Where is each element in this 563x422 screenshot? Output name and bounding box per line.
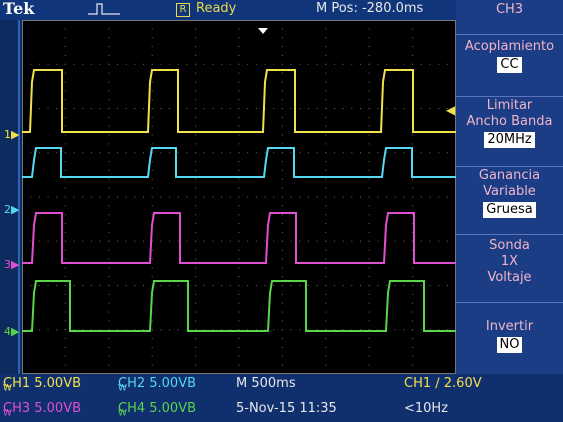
coupling-label: Acoplamiento	[464, 39, 555, 54]
date-time: 5-Nov-15 11:35	[236, 401, 337, 416]
bottom-status-bar: CH1 5.00VB W CH2 5.00VB W M 500ms CH1 ∕ 2.…	[0, 374, 563, 422]
run-status-indicator: R	[176, 3, 190, 17]
graticule	[21, 19, 457, 375]
side-menu-title: CH3	[495, 2, 524, 17]
ch3-waveform	[22, 212, 456, 264]
probe-label-3: Voltaje	[487, 270, 532, 285]
trigger-frequency: <10Hz	[404, 401, 449, 416]
coupling-button[interactable]: Acoplamiento CC	[456, 34, 563, 97]
ch3-marker[interactable]: 3▶	[4, 258, 19, 271]
ch2-marker[interactable]: 2▶	[4, 203, 19, 216]
trigger-position-icon	[258, 28, 268, 34]
gain-label-2: Variable	[483, 184, 536, 199]
run-status-text: Ready	[196, 1, 237, 16]
brand-logo: Tek	[3, 0, 35, 18]
invert-value: NO	[496, 337, 523, 353]
ch4-scale: CH4 5.00VB W	[118, 401, 197, 419]
ch3-scale: CH3 5.00VB W	[3, 401, 82, 419]
top-status-bar: Tek R Ready M Pos: -280.0ms	[0, 0, 456, 20]
bandwidth-limit-button[interactable]: Limitar Ancho Banda 20MHz	[456, 96, 563, 165]
ch1-marker[interactable]: 1▶	[4, 128, 19, 141]
bandwidth-value: 20MHz	[484, 132, 535, 148]
invert-label: Invertir	[485, 319, 534, 334]
ch1-scale: CH1 5.00VB W	[3, 376, 82, 394]
channel-marker-rail	[18, 20, 20, 374]
invert-button[interactable]: Invertir NO	[456, 302, 563, 375]
timebase: M 500ms	[236, 376, 296, 391]
coupling-value: CC	[497, 57, 522, 73]
horizontal-position: M Pos: -280.0ms	[316, 1, 424, 16]
bandwidth-label-1: Limitar	[486, 98, 533, 113]
probe-label-2: 1X	[500, 254, 519, 269]
gain-value: Gruesa	[483, 202, 536, 218]
channel-side-menu: CH3 Acoplamiento CC Limitar Ancho Banda …	[456, 0, 563, 374]
waveforms	[22, 69, 456, 332]
ch1-waveform	[22, 69, 456, 133]
probe-label-1: Sonda	[489, 238, 530, 253]
trigger-level-icon: ◀	[446, 103, 456, 117]
waveform-display	[21, 19, 457, 375]
ch2-scale: CH2 5.00VB W	[118, 376, 197, 394]
ch4-marker[interactable]: 4▶	[4, 325, 19, 338]
ch4-waveform	[22, 280, 456, 332]
variable-gain-button[interactable]: Ganancia Variable Gruesa	[456, 166, 563, 233]
gain-label-1: Ganancia	[478, 168, 541, 183]
bandwidth-label-2: Ancho Banda	[466, 114, 553, 129]
trigger-setting: CH1 ∕ 2.60V	[404, 376, 482, 391]
trigger-pulse-icon	[88, 2, 120, 20]
probe-button[interactable]: Sonda 1X Voltaje	[456, 234, 563, 301]
